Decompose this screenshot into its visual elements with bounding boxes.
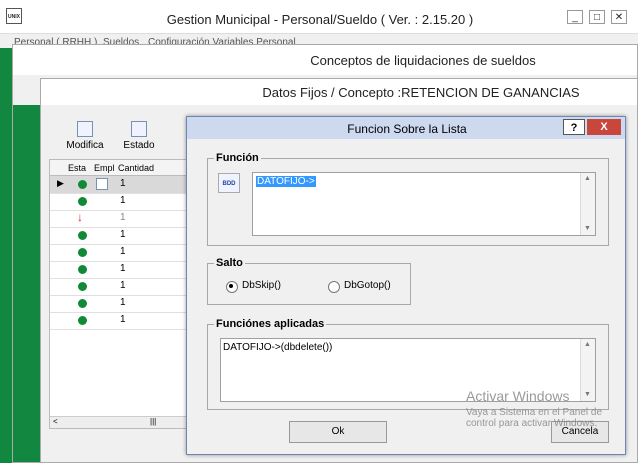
datos-fijos-title-bar: Datos Fijos / Concepto :RETENCION DE GAN… [41,79,637,105]
scroll-down-icon[interactable]: ▼ [581,223,594,235]
aplicadas-text: DATOFIJO->(dbdelete()) [223,342,333,353]
field-picker-button[interactable]: BDD [218,173,240,193]
cantidad-cell: 1 [120,280,126,291]
status-green-icon [78,248,87,257]
dbgotop-radio[interactable]: DbGotop() [328,280,408,294]
ok-button[interactable]: Ok [289,421,387,443]
status-down-arrow-icon: ↓ [77,210,83,224]
scroll-up-icon[interactable]: ▲ [581,173,594,185]
table-row[interactable]: 1 [50,193,190,211]
salto-legend: Salto [214,257,245,269]
table-row[interactable]: 1 [50,278,190,296]
table-row[interactable]: 1 [50,227,190,245]
edit-icon [77,121,93,137]
scroll-up-icon[interactable]: ▲ [581,339,594,351]
cantidad-cell: 1 [120,195,126,206]
status-green-icon [78,282,87,291]
scroll-thumb-icon[interactable]: ||| [150,417,156,426]
data-grid: Esta Empl Cantidad ▶ 1 1 ↓ 1 1 1 1 1 1 1… [49,159,196,429]
cantidad-cell: 1 [120,297,126,308]
table-row[interactable]: 1 [50,295,190,313]
state-icon [131,121,147,137]
grid-rows: ▶ 1 1 ↓ 1 1 1 1 1 1 1 [50,176,196,416]
status-green-icon [78,265,87,274]
cantidad-cell: 1 [120,178,126,189]
cantidad-cell: 1 [120,229,126,240]
funcion-legend: Función [214,152,261,164]
radio-selected-icon [226,281,238,293]
modifica-label: Modifica [66,140,104,151]
table-row[interactable]: ↓ 1 [50,210,190,228]
funcion-group: Función BDD DATOFIJO-> ▲ ▼ [207,152,609,246]
funcion-text: DATOFIJO-> [256,176,316,187]
minimize-button[interactable]: _ [567,10,583,24]
main-title-bar: UNIX Gestion Municipal - Personal/Sueldo… [0,0,638,34]
watermark-line2: Vaya a Sistema en el Panel de [466,407,603,418]
watermark-line3: control para activar Windows. [466,418,598,429]
cantidad-cell: 1 [120,212,126,223]
cantidad-cell: 1 [120,314,126,325]
maximize-button[interactable]: □ [589,10,605,24]
dbskip-label: DbSkip() [242,280,281,291]
activation-watermark: Activar Windows Vaya a Sistema en el Pan… [466,388,636,429]
scroll-left-icon[interactable]: < [53,417,58,426]
dbgotop-label: DbGotop() [344,280,391,291]
cantidad-cell: 1 [120,246,126,257]
table-row[interactable]: 1 [50,244,190,262]
table-row[interactable]: 1 [50,261,190,279]
status-green-icon [78,180,87,189]
header-estado[interactable]: Esta [68,163,86,173]
aplicadas-legend: Funciónes aplicadas [214,318,327,330]
header-cantidad[interactable]: Cantidad [118,163,154,173]
modifica-button[interactable]: Modifica [65,121,105,151]
help-button[interactable]: ? [563,119,585,135]
table-row[interactable]: 1 [50,312,190,330]
funcion-textarea[interactable]: DATOFIJO-> ▲ ▼ [252,172,596,236]
status-green-icon [78,299,87,308]
close-button[interactable]: ✕ [611,10,627,24]
conceptos-title: Conceptos de liquidaciones de sueldos [310,53,536,68]
row-pointer-icon: ▶ [57,178,64,188]
app-title: Gestion Municipal - Personal/Sueldo ( Ve… [166,12,474,27]
status-green-icon [78,197,87,206]
radio-unselected-icon [328,281,340,293]
watermark-title: Activar Windows [466,388,570,404]
header-empleado[interactable]: Empl [94,163,115,173]
dialog-title: Funcion Sobre la Lista [347,122,467,136]
status-green-icon [78,316,87,325]
grid-hscrollbar[interactable]: < ||| [50,416,196,428]
dialog-close-button[interactable]: X [587,119,621,135]
employee-icon[interactable] [96,178,108,190]
dialog-title-bar: Funcion Sobre la Lista ? X [187,117,625,139]
estado-label: Estado [123,140,155,151]
funcion-scrollbar[interactable]: ▲ ▼ [580,173,595,235]
cantidad-cell: 1 [120,263,126,274]
table-row[interactable]: ▶ 1 [50,176,190,194]
status-green-icon [78,231,87,240]
app-logo-icon: UNIX [6,8,22,24]
datos-fijos-title: Datos Fijos / Concepto :RETENCION DE GAN… [262,85,580,100]
salto-group: Salto DbSkip() DbGotop() [207,257,411,305]
grid-header: Esta Empl Cantidad [50,160,196,176]
dbskip-radio[interactable]: DbSkip() [226,280,306,294]
estado-button[interactable]: Estado [119,121,159,151]
conceptos-title-bar: Conceptos de liquidaciones de sueldos [13,45,637,75]
